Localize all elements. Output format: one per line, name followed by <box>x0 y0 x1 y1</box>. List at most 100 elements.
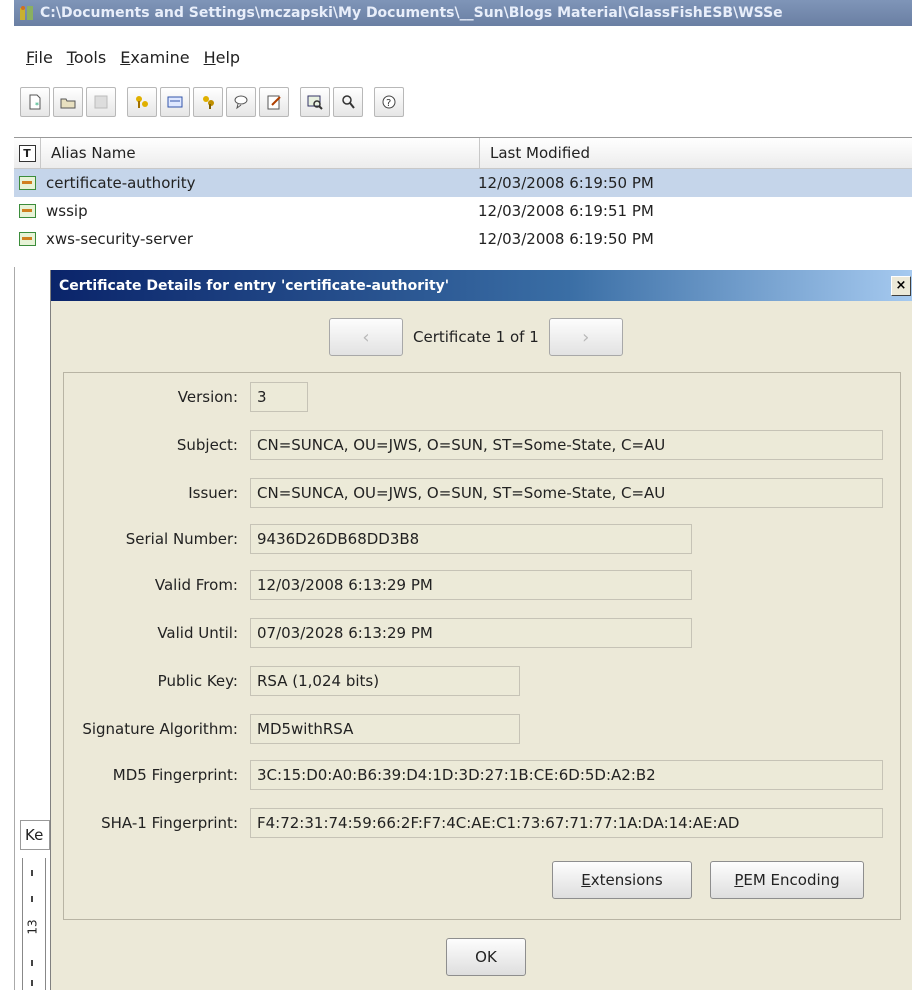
issuer-label: Issuer: <box>188 484 238 502</box>
toolbar-separator-2 <box>292 87 300 117</box>
pem-encoding-label: EM Encoding <box>743 871 840 889</box>
field-row-version: Version: 3 <box>64 381 308 413</box>
open-keystore-icon[interactable] <box>53 87 83 117</box>
svg-text:*: * <box>35 101 39 110</box>
certificate-navigator: ‹ Certificate 1 of 1 › <box>329 318 623 356</box>
valid-from-field[interactable]: 12/03/2008 6:13:29 PM <box>250 570 692 600</box>
md5-fingerprint-label: MD5 Fingerprint: <box>112 766 238 784</box>
menu-tools-rest: ools <box>73 47 107 67</box>
issuer-field[interactable]: CN=SUNCA, OU=JWS, O=SUN, ST=Some-State, … <box>250 478 883 508</box>
trusted-certificate-icon <box>18 176 36 190</box>
main-toolbar: * ? <box>14 82 912 122</box>
subject-field[interactable]: CN=SUNCA, OU=JWS, O=SUN, ST=Some-State, … <box>250 430 883 460</box>
main-window-titlebar[interactable]: C:\Documents and Settings\mczapski\My Do… <box>14 0 912 26</box>
field-row-public-key: Public Key: RSA (1,024 bits) <box>64 665 520 697</box>
document-ruler: 13 <box>22 858 46 990</box>
column-header-last-modified[interactable]: Last Modified <box>480 138 900 168</box>
ruler-tick <box>31 980 33 986</box>
valid-until-field[interactable]: 07/03/2028 6:13:29 PM <box>250 618 692 648</box>
certificate-counter: Certificate 1 of 1 <box>413 328 539 346</box>
field-row-sha1: SHA-1 Fingerprint: F4:72:31:74:59:66:2F:… <box>64 807 883 839</box>
ruler-number: 13 <box>25 919 40 935</box>
toolbar-separator <box>119 87 127 117</box>
certificate-fields-panel: Version: 3 Subject: CN=SUNCA, OU=JWS, O=… <box>63 372 901 920</box>
field-row-issuer: Issuer: CN=SUNCA, OU=JWS, O=SUN, ST=Some… <box>64 477 883 509</box>
certificate-details-dialog: Certificate Details for entry 'certifica… <box>50 270 912 990</box>
column-header-alias[interactable]: Alias Name <box>41 138 480 168</box>
close-icon[interactable]: × <box>891 275 911 296</box>
entry-type-glyph: T <box>18 144 36 162</box>
svg-text:?: ? <box>386 98 391 109</box>
menu-help[interactable]: Help <box>204 48 240 67</box>
toolbar-separator-3 <box>366 87 374 117</box>
set-password-icon[interactable] <box>226 87 256 117</box>
keystore-report-icon[interactable] <box>259 87 289 117</box>
status-bar-fragment: Ke <box>20 820 50 850</box>
ruler-tick <box>31 896 33 902</box>
trusted-certificate-icon <box>18 232 36 246</box>
valid-until-label: Valid Until: <box>157 624 238 642</box>
ok-button[interactable]: OK <box>446 938 526 976</box>
entry-type-column-header[interactable]: T <box>14 138 41 168</box>
table-row[interactable]: wssip 12/03/2008 6:19:51 PM <box>14 197 912 225</box>
next-certificate-button[interactable]: › <box>548 318 623 356</box>
serial-number-label: Serial Number: <box>125 530 238 548</box>
valid-from-label: Valid From: <box>154 576 238 594</box>
table-row[interactable]: xws-security-server 12/03/2008 6:19:50 P… <box>14 225 912 253</box>
modified-cell: 12/03/2008 6:19:51 PM <box>478 202 654 220</box>
generate-keypair-icon[interactable] <box>127 87 157 117</box>
menu-examine-rest: xamine <box>130 47 190 67</box>
help-icon[interactable]: ? <box>374 87 404 117</box>
keytool-app-icon <box>18 4 36 22</box>
menu-tools[interactable]: Tools <box>67 48 106 67</box>
menu-examine[interactable]: Examine <box>120 48 189 67</box>
menu-file-rest: ile <box>34 47 53 67</box>
new-keystore-icon[interactable]: * <box>20 87 50 117</box>
examine-certificate-icon[interactable] <box>300 87 330 117</box>
table-header: T Alias Name Last Modified <box>14 138 912 169</box>
examine-ssl-icon[interactable] <box>333 87 363 117</box>
public-key-field[interactable]: RSA (1,024 bits) <box>250 666 520 696</box>
sha1-fingerprint-label: SHA-1 Fingerprint: <box>101 814 238 832</box>
alias-cell: xws-security-server <box>46 230 193 248</box>
import-certificate-icon[interactable] <box>160 87 190 117</box>
menu-help-rest: elp <box>215 47 241 67</box>
alias-cell: wssip <box>46 202 88 220</box>
signature-algorithm-field[interactable]: MD5withRSA <box>250 714 520 744</box>
keystore-table: T Alias Name Last Modified certificate-a… <box>14 137 912 268</box>
trusted-certificate-icon <box>18 204 36 218</box>
version-field[interactable]: 3 <box>250 382 308 412</box>
signature-algorithm-label: Signature Algorithm: <box>82 720 238 738</box>
extensions-label: xtensions <box>590 871 663 889</box>
subject-label: Subject: <box>176 436 238 454</box>
pem-encoding-button[interactable]: P EM Encoding <box>710 861 864 899</box>
save-keystore-icon[interactable] <box>86 87 116 117</box>
field-row-valid-until: Valid Until: 07/03/2028 6:13:29 PM <box>64 617 692 649</box>
dialog-title: Certificate Details for entry 'certifica… <box>59 277 450 294</box>
field-row-valid-from: Valid From: 12/03/2008 6:13:29 PM <box>64 569 692 601</box>
ruler-tick <box>31 870 33 876</box>
menu-bar: File Tools Examine Help <box>14 44 240 70</box>
field-row-subject: Subject: CN=SUNCA, OU=JWS, O=SUN, ST=Som… <box>64 429 883 461</box>
dialog-titlebar[interactable]: Certificate Details for entry 'certifica… <box>51 270 912 301</box>
previous-certificate-button[interactable]: ‹ <box>329 318 403 356</box>
main-window-title: C:\Documents and Settings\mczapski\My Do… <box>40 5 783 21</box>
field-row-signature-algorithm: Signature Algorithm: MD5withRSA <box>64 713 520 745</box>
ruler-tick <box>31 960 33 966</box>
modified-cell: 12/03/2008 6:19:50 PM <box>478 230 654 248</box>
field-row-serial: Serial Number: 9436D26DB68DD3B8 <box>64 523 692 555</box>
chevron-right-icon: › <box>582 326 590 348</box>
md5-fingerprint-field[interactable]: 3C:15:D0:A0:B6:39:D4:1D:3D:27:1B:CE:6D:5… <box>250 760 883 790</box>
field-row-md5: MD5 Fingerprint: 3C:15:D0:A0:B6:39:D4:1D… <box>64 759 883 791</box>
extensions-button[interactable]: Extensions <box>552 861 692 899</box>
public-key-label: Public Key: <box>157 672 238 690</box>
version-label: Version: <box>177 388 238 406</box>
serial-number-field[interactable]: 9436D26DB68DD3B8 <box>250 524 692 554</box>
alias-cell: certificate-authority <box>46 174 196 192</box>
import-keypair-icon[interactable] <box>193 87 223 117</box>
table-row[interactable]: certificate-authority 12/03/2008 6:19:50… <box>14 169 912 197</box>
menu-file[interactable]: File <box>26 48 53 67</box>
sha1-fingerprint-field[interactable]: F4:72:31:74:59:66:2F:F7:4C:AE:C1:73:67:7… <box>250 808 883 838</box>
chevron-left-icon: ‹ <box>362 326 370 348</box>
modified-cell: 12/03/2008 6:19:50 PM <box>478 174 654 192</box>
